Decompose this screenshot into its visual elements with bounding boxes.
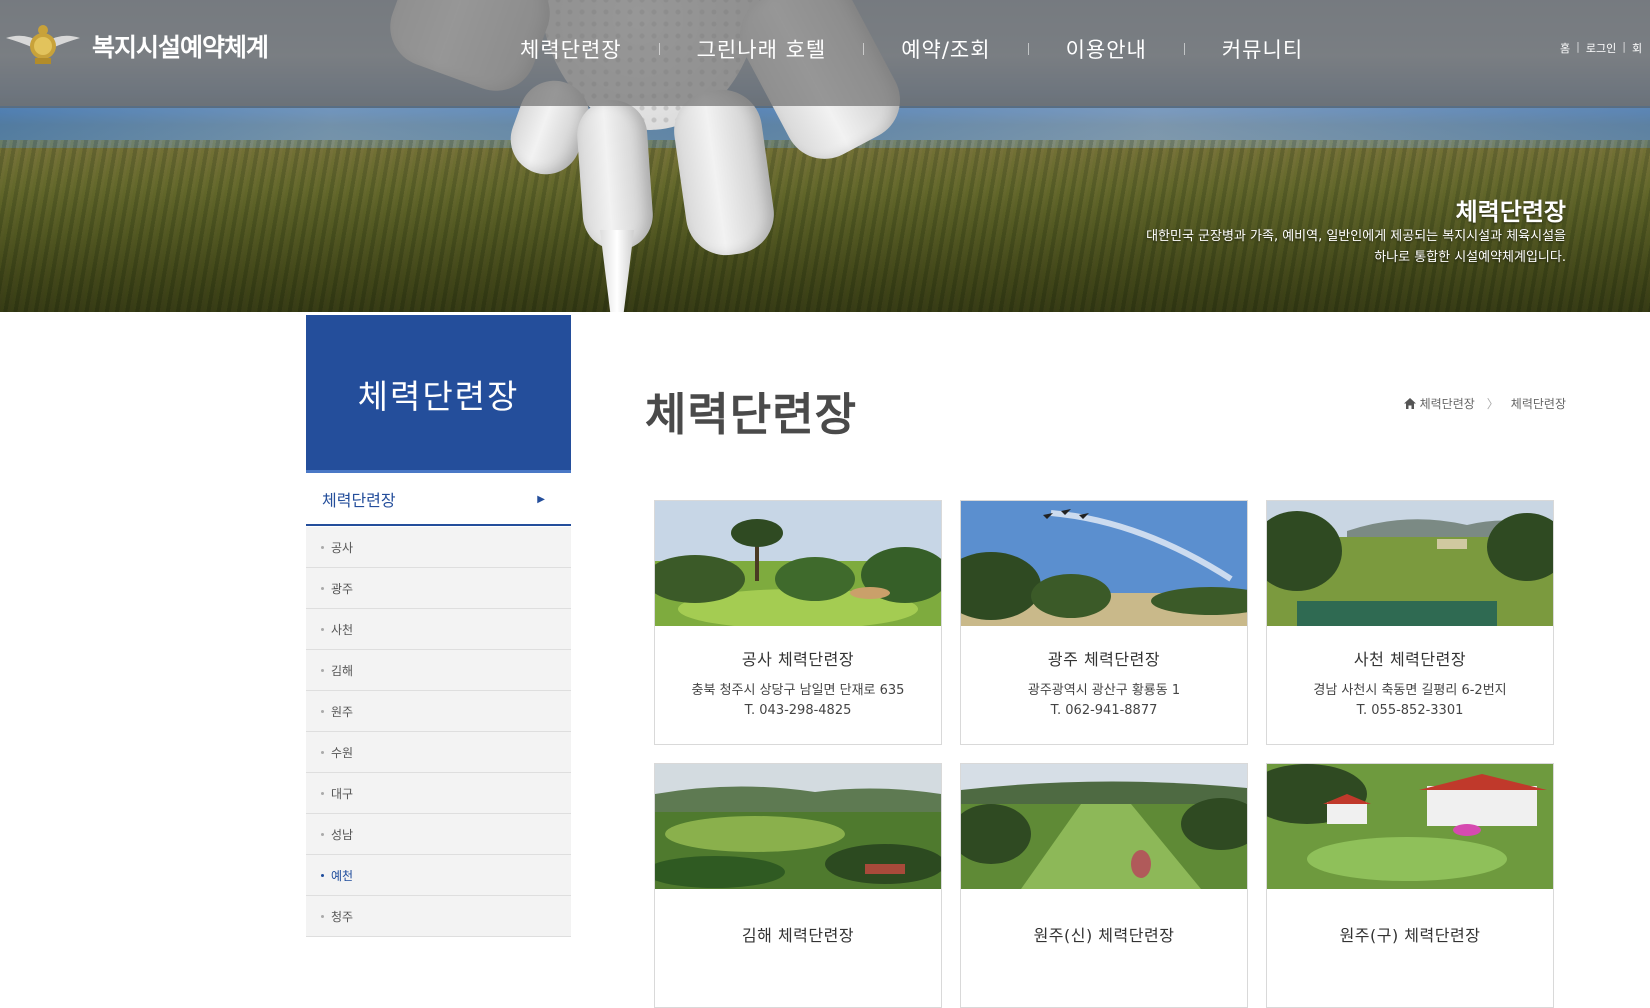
chevron-right-icon: ▶: [537, 494, 545, 505]
sidebar-item-label: 사천: [331, 622, 354, 637]
hero-description: 대한민국 군장병과 가족, 예비역, 일반인에게 제공되는 복지시설과 체육시설…: [1146, 226, 1566, 268]
breadcrumb: 체력단련장 〉 체력단련장: [1403, 395, 1566, 412]
bullet-icon: [321, 668, 324, 672]
facility-card-gongsa[interactable]: 공사 체력단련장 충북 청주시 상당구 남일면 단재로 635 T. 043-2…: [654, 500, 942, 745]
sidebar-item-gwangju[interactable]: 광주: [306, 568, 571, 609]
nav-fitness[interactable]: 체력단련장: [520, 34, 622, 64]
sidebar-item-label: 광주: [331, 581, 354, 596]
facility-name: 원주(신) 체력단련장: [1033, 926, 1175, 945]
sidebar-item-yecheon[interactable]: 예천: [306, 855, 571, 896]
bullet-icon: [321, 832, 324, 836]
sidebar-item-gimhae[interactable]: 김해: [306, 650, 571, 691]
nav-divider: [863, 43, 865, 55]
sidebar-item-label: 성남: [331, 827, 354, 842]
sidebar-item-sacheon[interactable]: 사천: [306, 609, 571, 650]
util-login-link[interactable]: 로그인: [1586, 40, 1616, 56]
nav-divider: [1027, 43, 1029, 55]
facility-name: 공사 체력단련장: [741, 650, 855, 669]
nav-guide[interactable]: 이용안내: [1066, 34, 1147, 64]
sidebar-title-box: 체력단련장: [306, 315, 571, 472]
bullet-icon: [321, 586, 324, 590]
sidebar-item-label: 공사: [331, 540, 354, 555]
page-title: 체력단련장: [645, 388, 858, 441]
sidebar-active-menu[interactable]: 체력단련장 ▶: [306, 474, 571, 526]
facility-photo: [655, 764, 941, 889]
sidebar-item-wonju[interactable]: 원주: [306, 691, 571, 732]
facility-name: 광주 체력단련장: [1047, 650, 1161, 669]
bullet-icon: [321, 873, 324, 877]
sidebar-item-seongnam[interactable]: 성남: [306, 814, 571, 855]
sidebar-submenu: 공사 광주 사천 김해 원주 수원 대구 성남 예천 청주: [306, 527, 571, 937]
sidebar-item-label: 대구: [331, 786, 354, 801]
facility-name: 사천 체력단련장: [1353, 650, 1467, 669]
main-navigation: 체력단련장 그린나래 호텔 예약/조회 이용안내 커뮤니티: [520, 34, 1303, 64]
facility-photo: [655, 501, 941, 626]
facility-phone: T. 062-941-8877: [1050, 703, 1158, 718]
facility-card-wonju-new[interactable]: 원주(신) 체력단련장: [960, 763, 1248, 1008]
bullet-icon: [321, 750, 324, 754]
facility-phone: T. 043-298-4825: [744, 703, 852, 718]
bullet-icon: [321, 709, 324, 713]
top-navigation-bar: 복지시설예약체계 체력단련장 그린나래 호텔 예약/조회 이용안내 커뮤니티 홈…: [0, 0, 1650, 106]
facility-card-gimhae[interactable]: 김해 체력단련장: [654, 763, 942, 1008]
sidebar-divider: [306, 470, 571, 473]
brand-title[interactable]: 복지시설예약체계: [92, 28, 269, 64]
nav-hotel[interactable]: 그린나래 호텔: [697, 34, 827, 64]
hero-desc-line: 대한민국 군장병과 가족, 예비역, 일반인에게 제공되는 복지시설과 체육시설…: [1146, 229, 1566, 244]
hero-desc-line: 하나로 통합한 시설예약체계입니다.: [1374, 250, 1566, 265]
sidebar-item-cheongju[interactable]: 청주: [306, 896, 571, 937]
utility-links: 홈 | 로그인 | 회: [1560, 40, 1643, 56]
sidebar-item-gongsa[interactable]: 공사: [306, 527, 571, 568]
bullet-icon: [321, 914, 324, 918]
bullet-icon: [321, 791, 324, 795]
facility-photo: [1267, 501, 1553, 626]
facility-card-wonju-old[interactable]: 원주(구) 체력단련장: [1266, 763, 1554, 1008]
sidebar-title: 체력단련장: [357, 376, 520, 416]
util-signup-link[interactable]: 회: [1632, 40, 1642, 56]
nav-reservation[interactable]: 예약/조회: [901, 34, 990, 64]
nav-divider: [1183, 43, 1185, 55]
sidebar-item-suwon[interactable]: 수원: [306, 732, 571, 773]
sidebar-item-label: 김해: [331, 663, 354, 678]
util-home-link[interactable]: 홈: [1560, 40, 1570, 56]
sidebar-item-label: 수원: [331, 745, 354, 760]
sidebar-item-label: 예천: [331, 868, 354, 883]
facility-address: 경남 사천시 축동면 길평리 6-2번지: [1313, 683, 1507, 698]
sidebar-item-daegu[interactable]: 대구: [306, 773, 571, 814]
breadcrumb-item[interactable]: 체력단련장: [1511, 395, 1566, 412]
facility-photo: [961, 764, 1247, 889]
nav-community[interactable]: 커뮤니티: [1222, 34, 1303, 64]
chevron-right-icon: 〉: [1486, 397, 1499, 411]
bullet-icon: [321, 627, 324, 631]
sidebar-item-label: 원주: [331, 704, 354, 719]
glove-finger: [574, 97, 656, 253]
facility-card-sacheon[interactable]: 사천 체력단련장 경남 사천시 축동면 길평리 6-2번지 T. 055-852…: [1266, 500, 1554, 745]
facility-address: 광주광역시 광산구 황룡동 1: [1027, 683, 1181, 698]
nav-divider: [658, 43, 660, 55]
sidebar-active-label: 체력단련장: [322, 491, 396, 510]
facility-name: 김해 체력단련장: [741, 926, 855, 945]
facility-address: 충북 청주시 상당구 남일면 단재로 635: [691, 683, 905, 698]
bullet-icon: [321, 545, 324, 549]
hero-banner: 복지시설예약체계 체력단련장 그린나래 호텔 예약/조회 이용안내 커뮤니티 홈…: [0, 0, 1650, 312]
breadcrumb-item[interactable]: 체력단련장: [1420, 395, 1475, 412]
sidebar-item-label: 청주: [331, 909, 354, 924]
facility-phone: T. 055-852-3301: [1356, 703, 1464, 718]
airforce-emblem-icon[interactable]: [4, 22, 82, 66]
facility-card-gwangju[interactable]: 광주 체력단련장 광주광역시 광산구 황룡동 1 T. 062-941-8877: [960, 500, 1248, 745]
facility-photo: [1267, 764, 1553, 889]
hero-title: 체력단련장: [1455, 198, 1566, 226]
facility-name: 원주(구) 체력단련장: [1339, 926, 1481, 945]
home-icon[interactable]: [1403, 398, 1416, 409]
facility-photo: [961, 501, 1247, 626]
